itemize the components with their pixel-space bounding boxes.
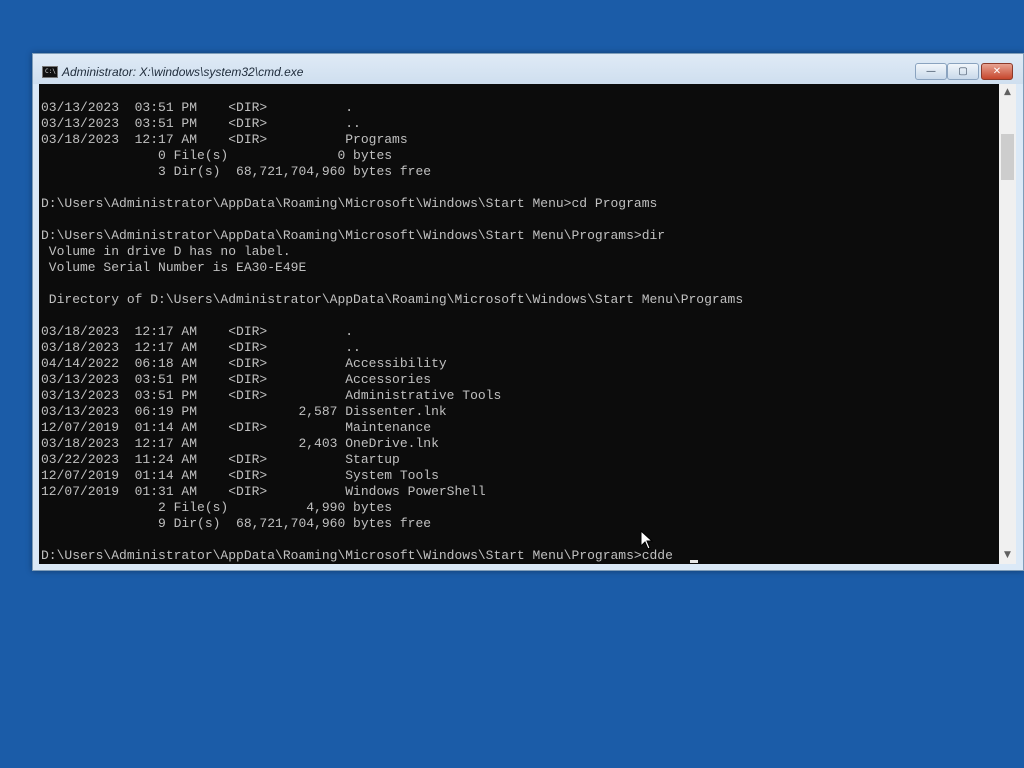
console-line: 12/07/2019 01:31 AM <DIR> Windows PowerS… <box>41 484 486 499</box>
text-cursor <box>690 560 698 563</box>
console-line: D:\Users\Administrator\AppData\Roaming\M… <box>41 228 666 243</box>
console-line: 9 Dir(s) 68,721,704,960 bytes free <box>41 516 432 531</box>
console-line: D:\Users\Administrator\AppData\Roaming\M… <box>41 548 673 563</box>
console-line: 04/14/2022 06:18 AM <DIR> Accessibility <box>41 356 447 371</box>
console-line: 12/07/2019 01:14 AM <DIR> Maintenance <box>41 420 432 435</box>
console-line: 2 File(s) 4,990 bytes <box>41 500 393 515</box>
close-button[interactable]: ✕ <box>981 63 1013 80</box>
title-bar[interactable]: C:\ Administrator: X:\windows\system32\c… <box>33 54 1023 84</box>
console-line: 03/22/2023 11:24 AM <DIR> Startup <box>41 452 400 467</box>
scroll-down-icon[interactable]: ▼ <box>999 547 1016 564</box>
console-line: 03/13/2023 03:51 PM <DIR> Administrative… <box>41 388 502 403</box>
vertical-scrollbar[interactable]: ▲ ▼ <box>999 84 1016 564</box>
console-line: 03/18/2023 12:17 AM <DIR> .. <box>41 340 361 355</box>
cmd-app-icon[interactable]: C:\ <box>42 66 58 78</box>
console-line: 0 File(s) 0 bytes <box>41 148 393 163</box>
minimize-button[interactable]: — <box>915 63 947 80</box>
console-line: 3 Dir(s) 68,721,704,960 bytes free <box>41 164 432 179</box>
console-line: 03/13/2023 06:19 PM 2,587 Dissenter.lnk <box>41 404 447 419</box>
console-output[interactable]: 03/13/2023 03:51 PM <DIR> . 03/13/2023 03… <box>39 84 999 564</box>
console-line: 12/07/2019 01:14 AM <DIR> System Tools <box>41 468 439 483</box>
scroll-up-icon[interactable]: ▲ <box>999 84 1016 101</box>
console-line: 03/13/2023 03:51 PM <DIR> Accessories <box>41 372 432 387</box>
app-icon-glyph: C:\ <box>45 68 56 75</box>
mouse-pointer-icon <box>640 530 654 550</box>
scroll-thumb[interactable] <box>1001 134 1014 180</box>
window-title: Administrator: X:\windows\system32\cmd.e… <box>62 65 304 79</box>
console-line: D:\Users\Administrator\AppData\Roaming\M… <box>41 196 658 211</box>
console-line: 03/18/2023 12:17 AM <DIR> Programs <box>41 132 408 147</box>
console-line: 03/18/2023 12:17 AM <DIR> . <box>41 324 354 339</box>
console-line: Volume Serial Number is EA30-E49E <box>41 260 307 275</box>
console-line: 03/18/2023 12:17 AM 2,403 OneDrive.lnk <box>41 436 439 451</box>
cmd-window[interactable]: C:\ Administrator: X:\windows\system32\c… <box>32 53 1024 571</box>
console-line: 03/13/2023 03:51 PM <DIR> .. <box>41 116 361 131</box>
console-line: Directory of D:\Users\Administrator\AppD… <box>41 292 744 307</box>
console-line: Volume in drive D has no label. <box>41 244 291 259</box>
maximize-button[interactable]: ▢ <box>947 63 979 80</box>
console-line: 03/13/2023 03:51 PM <DIR> . <box>41 100 354 115</box>
